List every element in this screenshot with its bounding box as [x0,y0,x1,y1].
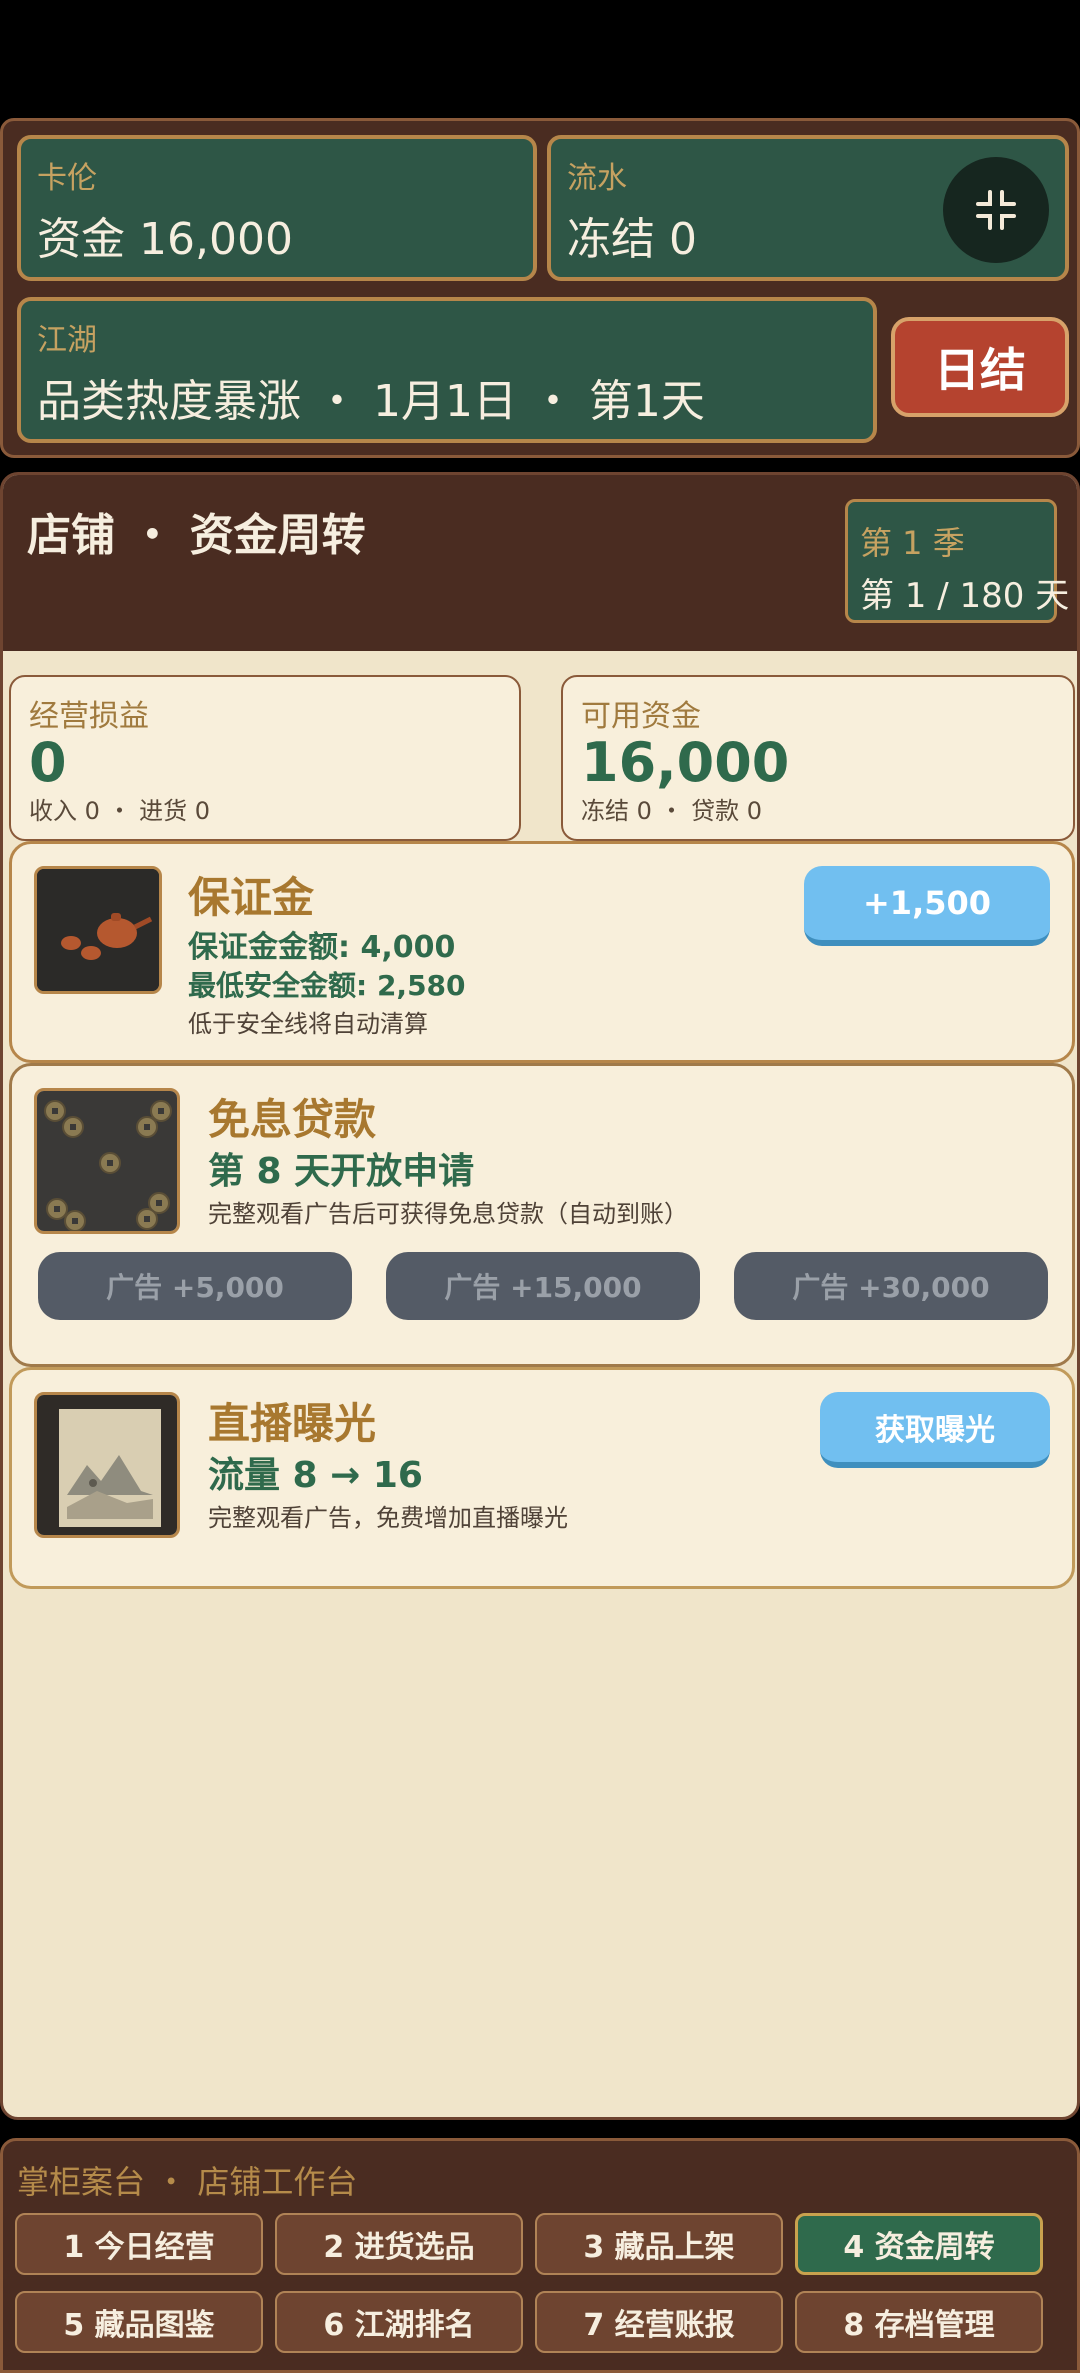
bottom-nav: 掌柜案台 ・ 店铺工作台 1 今日经营 2 进货选品 3 藏品上架 4 资金周转… [0,2138,1080,2373]
pnl-value: 0 [29,731,67,794]
flow-box: 流水 冻结 0 [547,135,1069,281]
world-label: 江湖 [37,323,97,358]
add-deposit-button[interactable]: +1,500 [804,866,1050,946]
day-counter: 第 1 / 180 天 [860,576,1070,616]
deposit-card: 保证金 保证金金额: 4,000 最低安全金额: 2,580 低于安全线将自动清… [9,841,1075,1063]
pnl-label: 经营损益 [29,699,149,734]
funds-value: 资金 16,000 [37,214,293,265]
deposit-title: 保证金 [188,873,315,922]
live-note: 完整观看广告，免费增加直播曝光 [208,1504,568,1532]
live-traffic: 流量 8 → 16 [208,1455,423,1496]
ad-loan-5000-button[interactable]: 广告 +5,000 [38,1252,352,1320]
nav-today-business[interactable]: 1 今日经营 [15,2213,263,2275]
nav-business-report[interactable]: 7 经营账报 [535,2291,783,2353]
interest-free-loan-card: 免息贷款 第 8 天开放申请 完整观看广告后可获得免息贷款（自动到账） 广告 +… [9,1063,1075,1367]
world-event-box: 江湖 品类热度暴涨 ・ 1月1日 ・ 第1天 [17,297,877,443]
loan-status: 第 8 天开放申请 [208,1151,475,1192]
live-exposure-card: 直播曝光 流量 8 → 16 完整观看广告，免费增加直播曝光 获取曝光 [9,1367,1075,1589]
available-funds-card: 可用资金 16,000 冻结 0 ・ 贷款 0 [561,675,1075,841]
available-funds-breakdown: 冻结 0 ・ 贷款 0 [581,797,763,825]
nav-list-items[interactable]: 3 藏品上架 [535,2213,783,2275]
top-hud: 卡伦 资金 16,000 流水 冻结 0 江湖 品类热度暴涨 ・ 1月1日 ・ … [0,118,1080,458]
coins-image [34,1088,180,1234]
world-event-text: 品类热度暴涨 ・ 1月1日 ・ 第1天 [37,376,705,427]
flow-label: 流水 [567,161,627,196]
nav-stock-selection[interactable]: 2 进货选品 [275,2213,523,2275]
fullscreen-toggle-button[interactable] [943,157,1049,263]
loan-title: 免息贷款 [208,1095,377,1144]
panel-header: 店铺 ・ 资金周转 第 1 季 第 1 / 180 天 [3,475,1077,651]
daily-settle-button[interactable]: 日结 [891,317,1069,417]
funds-turnover-panel: 店铺 ・ 资金周转 第 1 季 第 1 / 180 天 经营损益 0 收入 0 … [0,472,1080,2120]
player-name: 卡伦 [37,161,97,196]
status-bar [0,0,1080,118]
available-funds-value: 16,000 [581,731,790,794]
deposit-amount: 保证金金额: 4,000 [188,930,456,965]
nav-ranking[interactable]: 6 江湖排名 [275,2291,523,2353]
nav-funds-turnover[interactable]: 4 资金周转 [795,2213,1043,2275]
page-title: 店铺 ・ 资金周转 [27,510,366,561]
season-label: 第 1 季 [860,524,965,562]
nav-save-management[interactable]: 8 存档管理 [795,2291,1043,2353]
loan-note: 完整观看广告后可获得免息贷款（自动到账） [208,1200,688,1228]
season-badge: 第 1 季 第 1 / 180 天 [845,499,1069,623]
available-funds-label: 可用资金 [581,699,701,734]
teapot-image [34,866,162,994]
nav-title: 掌柜案台 ・ 店铺工作台 [17,2163,358,2201]
frozen-value: 冻结 0 [567,214,697,265]
landscape-painting-image [34,1392,180,1538]
pnl-breakdown: 收入 0 ・ 进货 0 [29,797,211,825]
deposit-min-safe: 最低安全金额: 2,580 [188,969,466,1002]
collapse-icon [976,190,1016,230]
player-funds-box: 卡伦 资金 16,000 [17,135,537,281]
pnl-stat-card: 经营损益 0 收入 0 ・ 进货 0 [9,675,521,841]
get-exposure-button[interactable]: 获取曝光 [820,1392,1050,1468]
ad-loan-30000-button[interactable]: 广告 +30,000 [734,1252,1048,1320]
deposit-note: 低于安全线将自动清算 [188,1010,428,1038]
ad-loan-15000-button[interactable]: 广告 +15,000 [386,1252,700,1320]
live-title: 直播曝光 [208,1399,377,1448]
nav-collection-guide[interactable]: 5 藏品图鉴 [15,2291,263,2353]
